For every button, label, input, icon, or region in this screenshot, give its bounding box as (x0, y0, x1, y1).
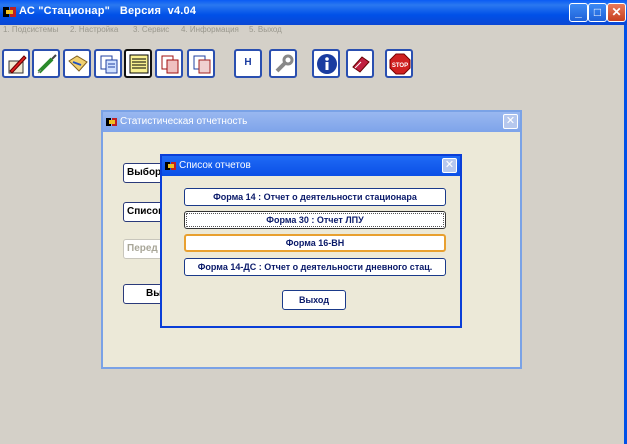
statistics-dialog-title: Статистическая отчетность (120, 116, 248, 127)
stop-icon: STOP (389, 53, 411, 75)
document-lines-icon (129, 54, 149, 74)
report-form-16vn-button[interactable]: Форма 16-ВН (184, 234, 446, 252)
dialog-app-icon (165, 162, 176, 170)
app-icon (3, 7, 16, 17)
minimize-button[interactable]: _ (569, 3, 588, 22)
book-button[interactable] (346, 49, 374, 78)
close-button[interactable]: ✕ (607, 3, 626, 22)
folder-map-icon (68, 55, 88, 72)
svg-text:STOP: STOP (392, 63, 408, 69)
stop-button[interactable]: STOP (385, 49, 413, 78)
wrench-icon (275, 54, 294, 73)
main-title-bar: АС "Стационар" Версия v4.04 _ □ ✕ (0, 0, 627, 25)
maximize-button[interactable]: □ (588, 3, 607, 22)
h-button-label: Н (244, 57, 252, 68)
syringe-button[interactable] (32, 49, 60, 78)
dialog-app-icon (106, 118, 117, 126)
info-button[interactable] (312, 49, 340, 78)
reports-dialog: Список отчетов ✕ Форма 14 : Отчет о деят… (160, 154, 462, 328)
report-form-30-button[interactable]: Форма 30 : Отчет ЛПУ (184, 211, 446, 229)
reports-dialog-title-bar: Список отчетов ✕ (162, 156, 460, 176)
book-icon (352, 56, 370, 73)
menu-bar: 1. Подсистемы 2. Настройка 3. Сервис 4. … (0, 25, 627, 39)
info-icon (317, 54, 337, 74)
window-title: АС "Стационар" Версия v4.04 (19, 5, 197, 17)
syringe-icon (37, 54, 57, 74)
copy-pages-icon (100, 55, 118, 74)
reports-exit-button[interactable]: Выход (282, 290, 346, 310)
document-lines-button[interactable] (124, 49, 152, 78)
red-pages-button[interactable] (155, 49, 183, 78)
menu-item-subsystems[interactable]: 1. Подсистемы (3, 25, 58, 34)
menu-item-settings[interactable]: 2. Настройка (70, 25, 118, 34)
menu-item-info[interactable]: 4. Информация (181, 25, 239, 34)
statistics-dialog-title-bar: Статистическая отчетность ✕ (103, 112, 520, 132)
red-pages-icon (161, 55, 179, 74)
menu-item-service[interactable]: 3. Сервис (133, 25, 169, 34)
doc-pages-icon (193, 55, 211, 74)
folder-map-button[interactable] (63, 49, 91, 78)
menu-item-exit[interactable]: 5. Выход (249, 25, 282, 34)
report-form-14ds-button[interactable]: Форма 14-ДС : Отчет о деятельности дневн… (184, 258, 446, 276)
wrench-button[interactable] (269, 49, 297, 78)
statistics-dialog-close-button[interactable]: ✕ (503, 114, 518, 129)
copy-pages-button[interactable] (94, 49, 122, 78)
edit-doc-button[interactable] (2, 49, 30, 78)
h-button[interactable]: Н (234, 49, 262, 78)
reports-dialog-title: Список отчетов (179, 160, 251, 171)
doc-pages-button[interactable] (187, 49, 215, 78)
report-form-14-button[interactable]: Форма 14 : Отчет о деятельности стациона… (184, 188, 446, 206)
reports-dialog-close-button[interactable]: ✕ (442, 158, 457, 173)
edit-doc-icon (8, 55, 27, 74)
